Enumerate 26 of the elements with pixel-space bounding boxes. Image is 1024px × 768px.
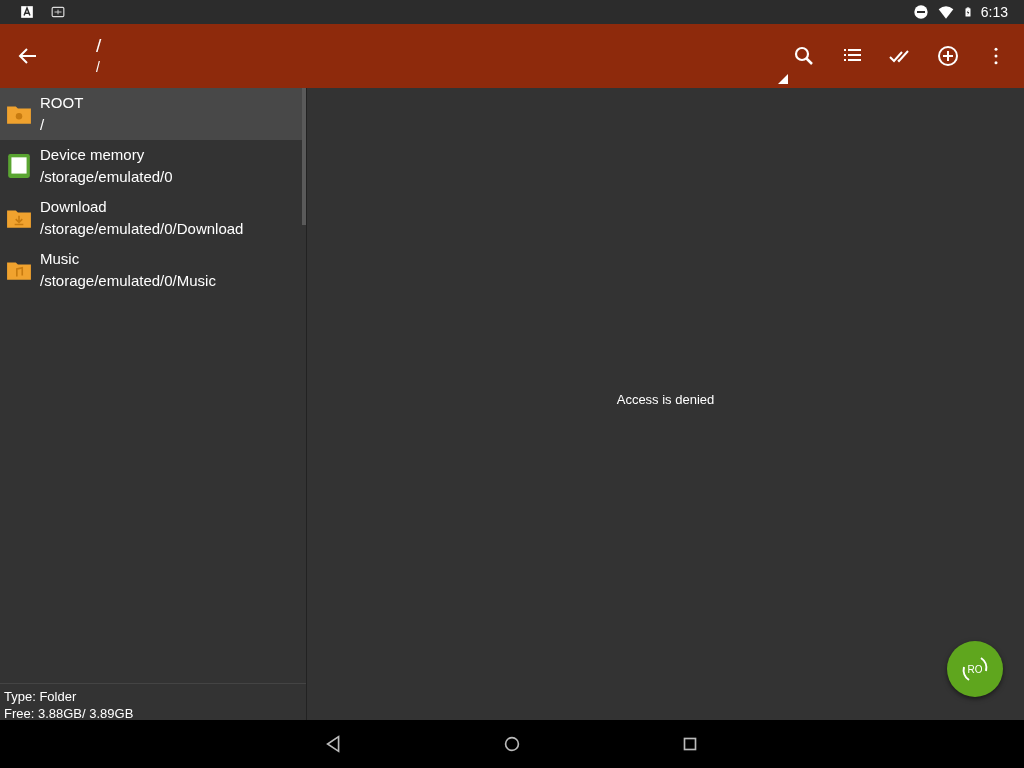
- location-path: /storage/emulated/0/Download: [40, 219, 244, 239]
- scrollbar-thumb[interactable]: [302, 88, 306, 225]
- location-path: /storage/emulated/0: [40, 167, 173, 187]
- text-icon: [20, 5, 34, 19]
- location-name: Music: [40, 249, 81, 269]
- location-item[interactable]: Music /storage/emulated/0/Music: [0, 244, 306, 296]
- location-name: ROOT: [40, 93, 84, 113]
- toolbar-title: /: [96, 35, 102, 57]
- location-name: Device memory: [40, 145, 146, 165]
- empty-message: Access is denied: [616, 391, 715, 410]
- storage-icon: [6, 153, 32, 179]
- card-icon: [50, 5, 66, 19]
- more-icon: [994, 47, 998, 65]
- location-item[interactable]: Download /storage/emulated/0/Download: [0, 192, 306, 244]
- dropdown-corner-icon: [778, 74, 788, 84]
- location-path: /storage/emulated/0/Music: [40, 271, 216, 291]
- wifi-icon: [936, 4, 955, 20]
- add-icon: [936, 44, 960, 68]
- location-item[interactable]: Device memory /storage/emulated/0: [0, 140, 306, 192]
- free-space-label: Free: 3.88GB/ 3.89GB: [4, 705, 135, 722]
- clock-time: 6:13: [980, 2, 1008, 22]
- location-name: Download: [40, 197, 108, 217]
- location-path: /: [40, 115, 46, 135]
- do-not-disturb-icon: [912, 4, 929, 20]
- type-label: Type: Folder: [4, 688, 78, 705]
- toolbar-subtitle: /: [96, 58, 101, 77]
